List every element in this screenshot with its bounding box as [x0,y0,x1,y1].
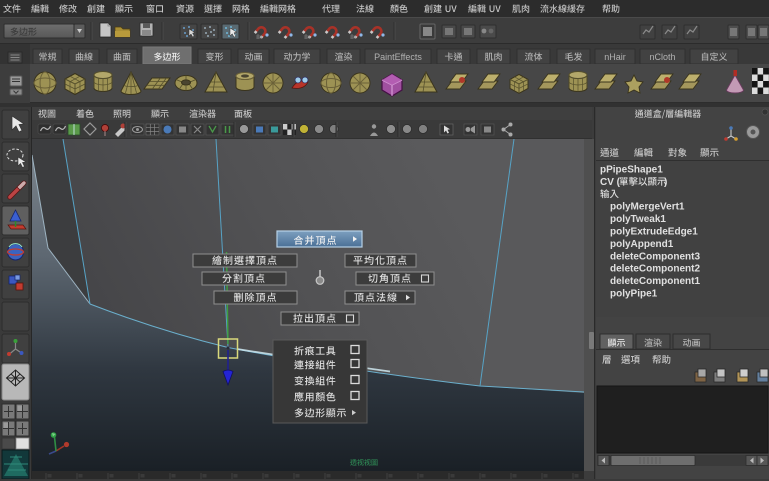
svg-text:polyPipe1: polyPipe1 [610,289,658,300]
svg-text:deleteComponent2: deleteComponent2 [610,264,700,275]
svg-text:PaintEffects: PaintEffects [374,52,422,62]
svg-text:polyMergeVert1: polyMergeVert1 [610,202,685,213]
svg-text:deleteComponent3: deleteComponent3 [610,251,700,262]
svg-text:nHair: nHair [604,52,626,62]
svg-text:polyExtrudeEdge1: polyExtrudeEdge1 [610,227,698,238]
svg-text:nCloth: nCloth [649,52,675,62]
svg-text:CV (: CV ( [600,177,621,188]
svg-text:deleteComponent1: deleteComponent1 [610,276,700,287]
svg-text:polyAppend1: polyAppend1 [610,239,674,250]
svg-text:pPipeShape1: pPipeShape1 [600,165,663,176]
svg-text:): ) [664,177,667,188]
svg-text:polyTweak1: polyTweak1 [610,214,666,225]
